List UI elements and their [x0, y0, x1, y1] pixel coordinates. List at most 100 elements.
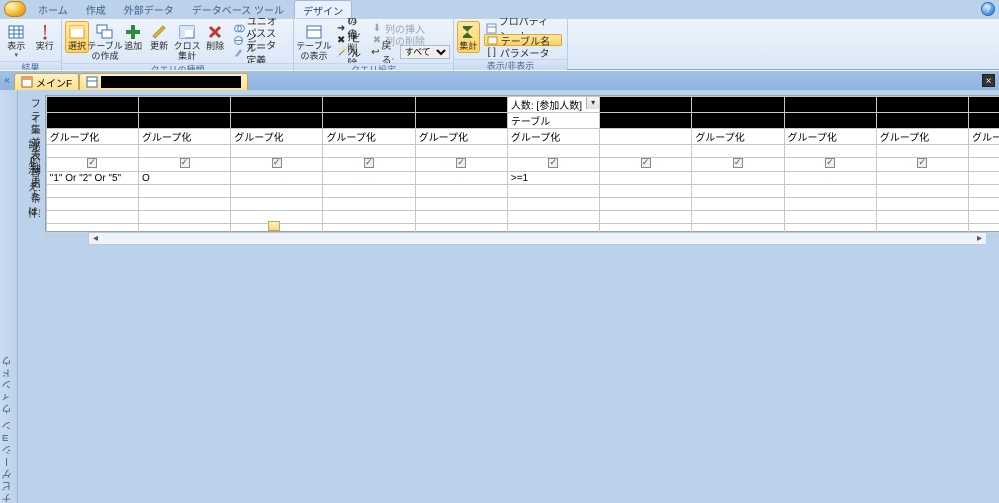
grid-cell[interactable] — [507, 198, 599, 211]
grid-cell[interactable] — [415, 185, 507, 198]
grid-cell[interactable] — [415, 211, 507, 224]
totals-button[interactable]: 集計 — [457, 21, 480, 53]
grid-cell[interactable] — [876, 198, 968, 211]
delete-query-button[interactable]: 削除 — [203, 21, 227, 53]
grid-cell[interactable] — [231, 97, 323, 113]
crosstab-button[interactable]: クロス 集計 — [173, 21, 201, 63]
grid-cell[interactable] — [692, 145, 784, 158]
show-checkbox[interactable] — [825, 158, 835, 168]
grid-cell[interactable] — [139, 145, 231, 158]
grid-cell[interactable] — [46, 185, 138, 198]
horizontal-scrollbar[interactable]: ◂ ▸ — [88, 232, 987, 245]
show-checkbox[interactable] — [641, 158, 651, 168]
grid-cell[interactable] — [968, 198, 999, 211]
grid-cell[interactable] — [415, 113, 507, 129]
grid-cell[interactable] — [231, 172, 323, 185]
scroll-left-icon[interactable]: ◂ — [89, 233, 102, 244]
grid-scroll-area[interactable]: 人数: [参加人数]▾テーブルグループ化グループ化グループ化グループ化グループ化… — [45, 95, 999, 232]
design-grid-table[interactable]: 人数: [参加人数]▾テーブルグループ化グループ化グループ化グループ化グループ化… — [46, 96, 999, 237]
grid-cell[interactable] — [968, 185, 999, 198]
grid-cell[interactable] — [968, 113, 999, 129]
grid-cell[interactable] — [46, 97, 138, 113]
help-button[interactable]: ? — [981, 2, 995, 16]
grid-cell[interactable] — [323, 145, 415, 158]
datadef-button[interactable]: データ定義 — [231, 46, 288, 58]
grid-cell[interactable] — [231, 158, 323, 172]
grid-cell[interactable] — [46, 198, 138, 211]
tab-external-data[interactable]: 外部データ — [116, 0, 182, 18]
close-tab-button[interactable]: × — [982, 74, 995, 87]
parameters-button[interactable]: [ ]パラメータ — [484, 46, 562, 58]
show-checkbox[interactable] — [917, 158, 927, 168]
tab-create[interactable]: 作成 — [78, 0, 114, 18]
show-checkbox[interactable] — [548, 158, 558, 168]
tab-home[interactable]: ホーム — [30, 0, 76, 18]
grid-cell[interactable] — [46, 113, 138, 129]
grid-cell[interactable] — [415, 158, 507, 172]
grid-cell[interactable] — [231, 145, 323, 158]
grid-cell[interactable] — [784, 172, 876, 185]
grid-cell[interactable] — [46, 158, 138, 172]
grid-cell[interactable] — [231, 113, 323, 129]
document-tab[interactable] — [79, 73, 248, 90]
dropdown-icon[interactable]: ▾ — [586, 97, 599, 109]
grid-cell[interactable]: グループ化 — [139, 129, 231, 145]
grid-cell[interactable]: テーブル — [507, 113, 599, 129]
navigation-pane-collapsed[interactable]: ナビゲーション ウィンドウ — [0, 90, 18, 503]
show-checkbox[interactable] — [456, 158, 466, 168]
grid-cell[interactable] — [600, 198, 692, 211]
grid-cell[interactable] — [692, 97, 784, 113]
run-button[interactable]: 実行 — [32, 21, 59, 53]
grid-cell[interactable] — [784, 158, 876, 172]
office-button[interactable] — [4, 1, 26, 17]
grid-cell[interactable] — [323, 185, 415, 198]
grid-cell[interactable]: グループ化 — [507, 129, 599, 145]
grid-cell[interactable] — [139, 211, 231, 224]
show-checkbox[interactable] — [272, 158, 282, 168]
grid-cell[interactable] — [507, 185, 599, 198]
grid-cell[interactable] — [323, 198, 415, 211]
grid-cell[interactable] — [139, 198, 231, 211]
grid-cell[interactable]: グループ化 — [784, 129, 876, 145]
grid-cell[interactable] — [876, 211, 968, 224]
return-select[interactable]: すべて — [400, 45, 450, 59]
grid-cell[interactable]: グループ化 — [46, 129, 138, 145]
grid-cell[interactable] — [600, 129, 692, 145]
grid-cell[interactable] — [876, 185, 968, 198]
grid-cell[interactable] — [876, 113, 968, 129]
grid-cell[interactable] — [139, 97, 231, 113]
grid-cell[interactable] — [139, 158, 231, 172]
view-button[interactable]: 表示 ▾ — [3, 21, 30, 61]
grid-cell[interactable]: O — [139, 172, 231, 185]
grid-cell[interactable] — [600, 211, 692, 224]
grid-cell[interactable] — [139, 113, 231, 129]
grid-cell[interactable] — [507, 158, 599, 172]
grid-cell[interactable]: グループ化 — [323, 129, 415, 145]
grid-cell[interactable] — [600, 97, 692, 113]
grid-cell[interactable]: グループ化 — [692, 129, 784, 145]
grid-cell[interactable] — [231, 185, 323, 198]
grid-cell[interactable]: グループ化 — [231, 129, 323, 145]
grid-cell[interactable] — [507, 211, 599, 224]
grid-cell[interactable] — [46, 211, 138, 224]
grid-cell[interactable] — [692, 185, 784, 198]
grid-cell[interactable]: グループ化 — [415, 129, 507, 145]
grid-cell[interactable] — [692, 198, 784, 211]
tab-design[interactable]: デザイン — [294, 0, 352, 18]
grid-cell[interactable] — [415, 97, 507, 113]
grid-cell[interactable] — [323, 97, 415, 113]
grid-cell[interactable] — [784, 97, 876, 113]
grid-cell[interactable] — [600, 145, 692, 158]
show-checkbox[interactable] — [733, 158, 743, 168]
grid-cell[interactable] — [323, 158, 415, 172]
grid-cell[interactable] — [968, 158, 999, 172]
maketable-button[interactable]: テーブル の作成 — [91, 21, 119, 63]
grid-cell[interactable] — [876, 97, 968, 113]
grid-cell[interactable] — [323, 211, 415, 224]
show-checkbox[interactable] — [364, 158, 374, 168]
document-tab[interactable]: メインF — [14, 73, 79, 90]
grid-cell[interactable] — [784, 185, 876, 198]
grid-cell[interactable] — [600, 185, 692, 198]
grid-cell[interactable] — [692, 172, 784, 185]
grid-cell[interactable] — [323, 113, 415, 129]
